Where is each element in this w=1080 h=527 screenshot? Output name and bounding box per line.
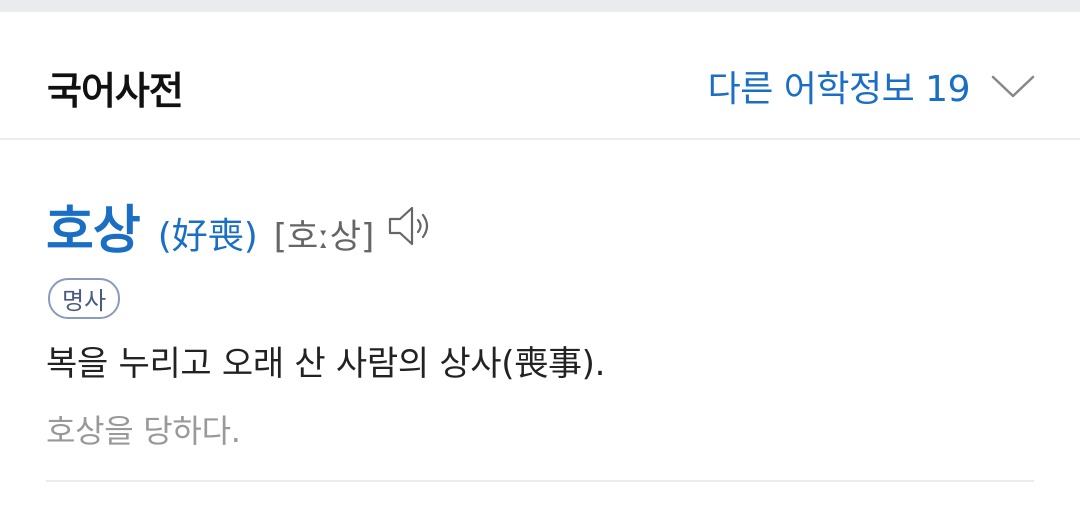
more-language-info-button[interactable]: 다른 어학정보 19	[708, 60, 1036, 112]
chevron-down-icon	[991, 75, 1035, 98]
more-language-info-label: 다른 어학정보 19	[707, 69, 971, 110]
divider	[46, 480, 1034, 482]
headword-link[interactable]: 호상	[46, 188, 141, 263]
part-of-speech-badge: 명사	[48, 278, 121, 319]
definition-text: 복을 누리고 오래 산 사람의 상사(喪事).	[46, 344, 606, 384]
hanja-link[interactable]: (好喪)	[158, 207, 258, 259]
section-title: 국어사전	[47, 69, 184, 113]
pronunciation: [호ː상]	[273, 217, 375, 257]
dictionary-header: 국어사전 다른 어학정보 19	[0, 12, 1080, 140]
headword-row: 호상 (好喪) [호ː상]	[46, 188, 432, 263]
example-sentence: 호상을 당하다.	[46, 412, 241, 450]
speaker-icon[interactable]	[386, 203, 432, 249]
top-strip	[0, 0, 1080, 12]
